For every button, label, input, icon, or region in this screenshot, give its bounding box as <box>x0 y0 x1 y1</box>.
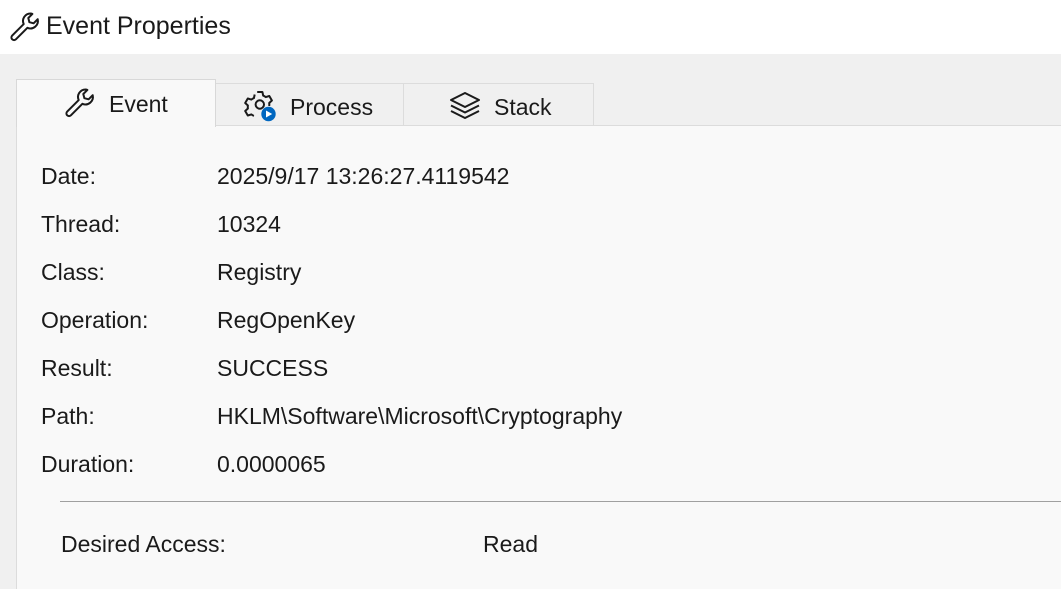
wrench-icon <box>10 12 39 42</box>
property-row-date: Date: 2025/9/17 13:26:27.4119542 <box>17 162 1057 210</box>
layers-icon <box>450 92 480 119</box>
detail-value: Read <box>483 531 538 557</box>
property-row-path: Path: HKLM\Software\Microsoft\Cryptograp… <box>17 402 1057 450</box>
property-row-result: Result: SUCCESS <box>17 354 1057 402</box>
property-label: Class: <box>41 259 105 285</box>
window-body: Event Process Stack Date: 2025/9/17 13:2… <box>0 54 1061 589</box>
wrench-icon <box>65 88 94 118</box>
section-divider <box>60 501 1061 502</box>
detail-label: Desired Access: <box>61 531 226 557</box>
property-row-operation: Operation: RegOpenKey <box>17 306 1057 354</box>
property-label: Thread: <box>41 211 121 237</box>
tab-strip: Event Process Stack <box>0 54 1061 127</box>
property-value: 0.0000065 <box>217 451 326 477</box>
event-properties-panel: Date: 2025/9/17 13:26:27.4119542 Thread:… <box>16 125 1061 589</box>
detail-row-desired-access: Desired Access: Read <box>17 530 1057 562</box>
property-label: Operation: <box>41 307 149 333</box>
property-label: Duration: <box>41 451 135 477</box>
property-label: Path: <box>41 403 95 429</box>
property-label: Date: <box>41 163 96 189</box>
property-value: Registry <box>217 259 302 285</box>
property-row-thread: Thread: 10324 <box>17 210 1057 258</box>
property-label: Result: <box>41 355 113 381</box>
tab-process[interactable]: Process <box>215 83 405 126</box>
property-row-duration: Duration: 0.0000065 <box>17 450 1057 498</box>
tab-stack[interactable]: Stack <box>403 83 594 126</box>
property-value: 10324 <box>217 211 281 237</box>
property-row-class: Class: Registry <box>17 258 1057 306</box>
tab-event[interactable]: Event <box>16 79 216 127</box>
property-value: RegOpenKey <box>217 307 356 333</box>
property-value: HKLM\Software\Microsoft\Cryptography <box>217 403 623 429</box>
property-value: 2025/9/17 13:26:27.4119542 <box>217 163 510 189</box>
property-value: SUCCESS <box>217 355 329 381</box>
tab-label: Stack <box>494 94 552 120</box>
title-bar[interactable]: Event Properties <box>0 0 1061 54</box>
window-title: Event Properties <box>46 12 231 40</box>
tab-label: Event <box>109 91 168 117</box>
gear-play-icon <box>244 91 276 122</box>
tab-label: Process <box>290 94 374 120</box>
